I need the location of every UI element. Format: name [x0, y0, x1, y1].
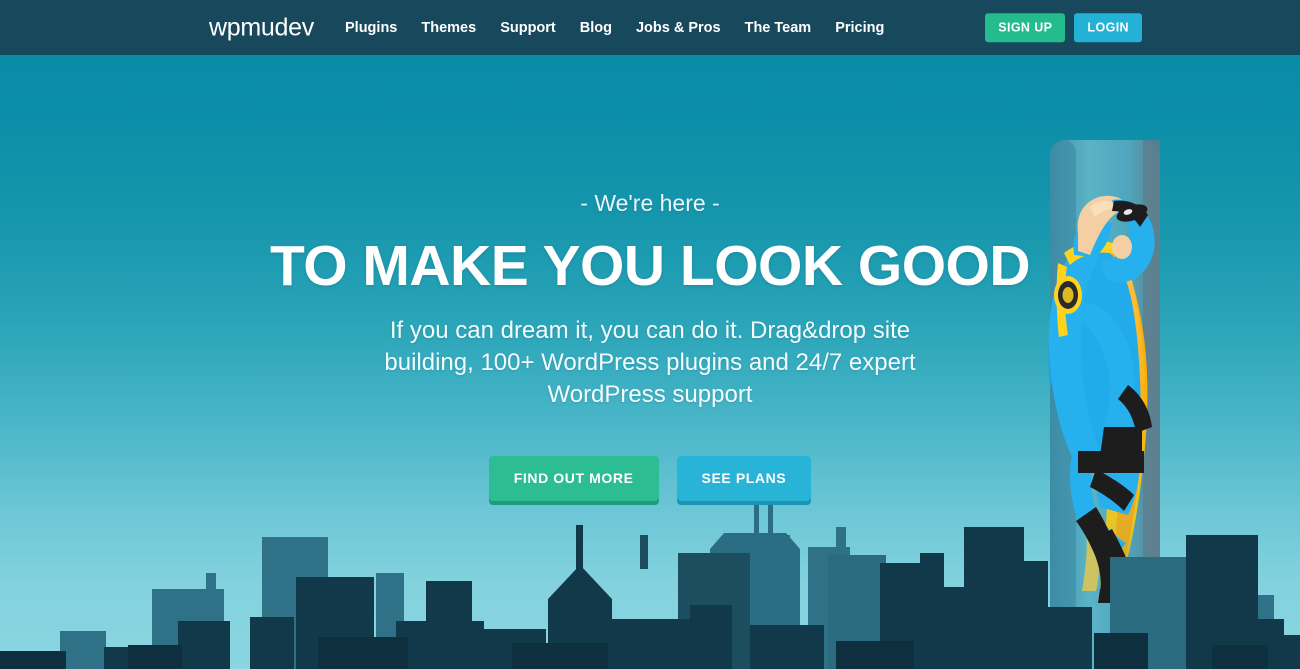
nav-link-support[interactable]: Support [500, 20, 556, 35]
nav-link-themes[interactable]: Themes [421, 20, 476, 35]
hero-section: - We're here - TO MAKE YOU LOOK GOOD If … [0, 55, 1300, 669]
nav-link-blog[interactable]: Blog [580, 20, 612, 35]
nav-link-plugins[interactable]: Plugins [345, 20, 397, 35]
landing-page: wpmudev Plugins Themes Support Blog Jobs… [0, 0, 1300, 669]
find-out-more-button[interactable]: FIND OUT MORE [488, 455, 659, 501]
hero-eyebrow: - We're here - [580, 190, 720, 216]
see-plans-button[interactable]: SEE PLANS [676, 455, 812, 501]
nav-link-jobs-pros[interactable]: Jobs & Pros [636, 20, 721, 35]
nav-links: Plugins Themes Support Blog Jobs & Pros … [345, 20, 884, 35]
site-logo[interactable]: wpmudev [209, 15, 314, 40]
hero-headline: TO MAKE YOU LOOK GOOD [269, 234, 1031, 298]
hero-subhead: If you can dream it, you can do it. Drag… [384, 317, 916, 408]
hero-content: - We're here - TO MAKE YOU LOOK GOOD If … [0, 55, 1300, 501]
nav-actions: SIGN UP LOGIN [985, 12, 1142, 43]
top-navigation-bar: wpmudev Plugins Themes Support Blog Jobs… [0, 0, 1300, 55]
nav-link-pricing[interactable]: Pricing [835, 20, 884, 35]
nav-inner: wpmudev Plugins Themes Support Blog Jobs… [0, 0, 1300, 55]
login-button[interactable]: LOGIN [1074, 12, 1142, 43]
hero-cta-row: FIND OUT MORE SEE PLANS [0, 455, 1300, 501]
sign-up-button[interactable]: SIGN UP [985, 12, 1066, 43]
nav-link-the-team[interactable]: The Team [745, 20, 812, 35]
